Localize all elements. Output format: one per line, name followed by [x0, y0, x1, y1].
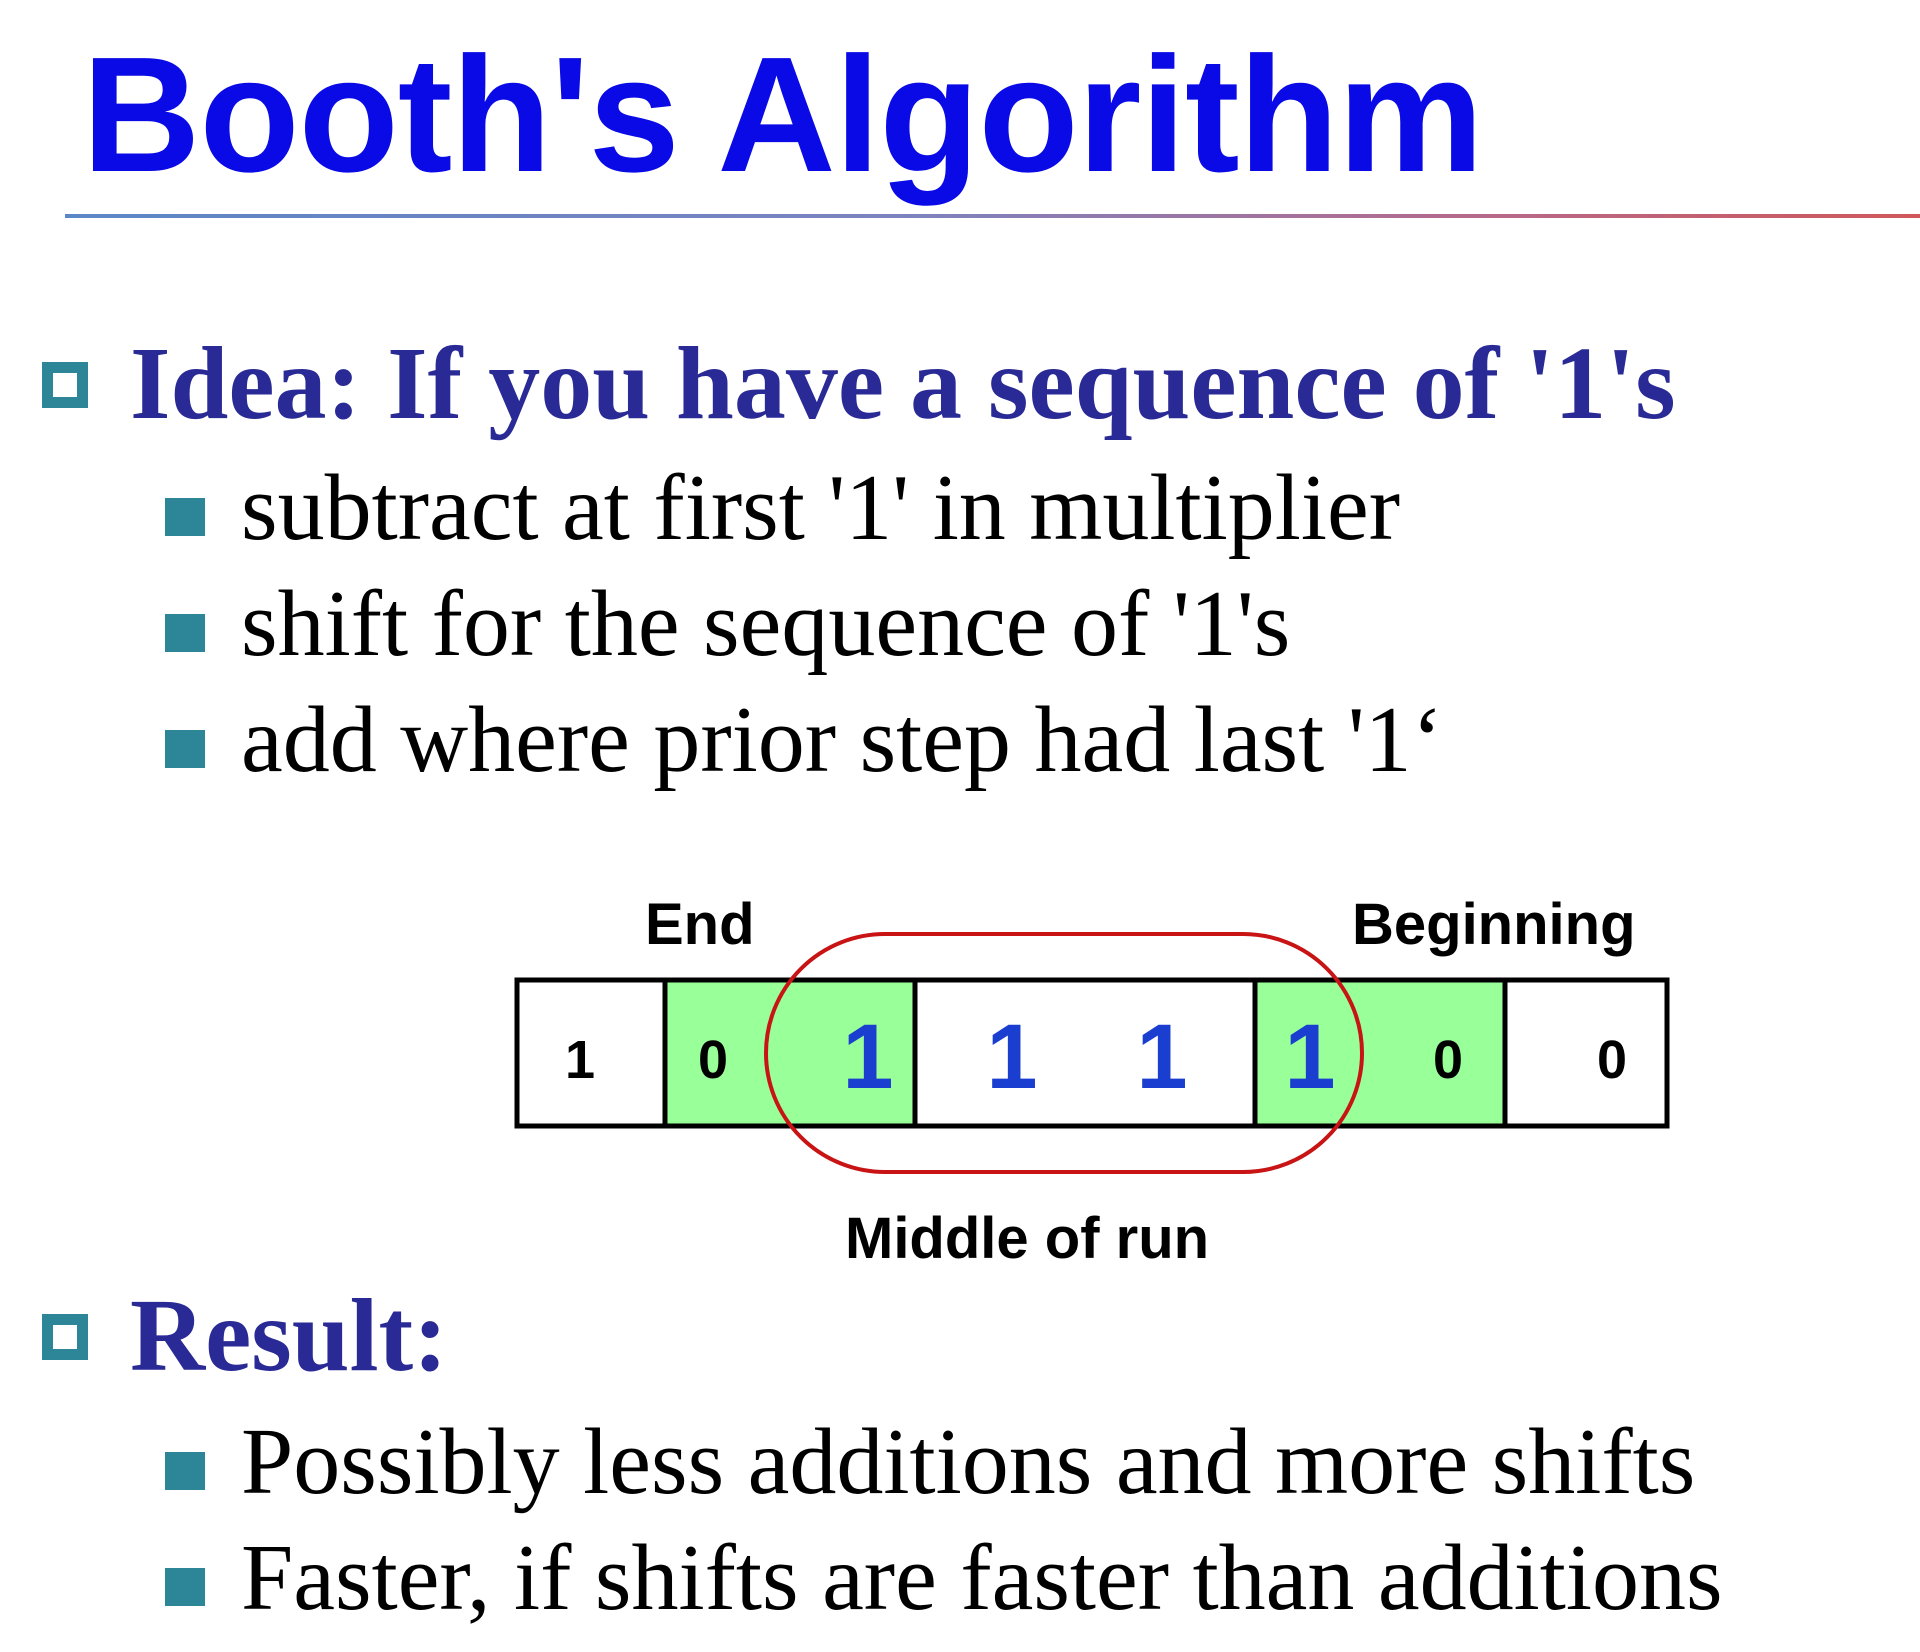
run-highlight-ellipse — [764, 932, 1364, 1174]
bit-digit-run: 1 — [1284, 1006, 1335, 1108]
idea-point-text: subtract at first '1' in multiplier — [241, 456, 1401, 560]
bit-digit-run: 1 — [1136, 1006, 1187, 1108]
bit-digit: 0 — [698, 1030, 728, 1090]
label-beginning: Beginning — [1352, 892, 1636, 957]
bit-digit-run: 1 — [986, 1006, 1037, 1108]
label-middle-of-run: Middle of run — [845, 1206, 1209, 1271]
bit-digit: 0 — [1433, 1030, 1463, 1090]
bit-cell — [517, 980, 665, 1126]
idea-heading-text: Idea: If you have a sequence of '1's — [130, 326, 1676, 441]
title-divider — [65, 214, 1920, 218]
bit-cell-highlight — [665, 980, 915, 1126]
bit-register-outline — [514, 977, 1670, 1129]
square-bullet-icon — [165, 1452, 205, 1490]
bit-digit: 0 — [1597, 1030, 1627, 1090]
result-point-text: Possibly less additions and more shifts — [241, 1410, 1696, 1514]
label-end: End — [645, 892, 755, 957]
slide-title: Booth's Algorithm — [82, 23, 1484, 206]
hollow-square-bullet-icon — [42, 362, 88, 408]
hollow-square-bullet-icon — [42, 1314, 88, 1360]
square-bullet-icon — [165, 1568, 205, 1606]
result-point-text: Faster, if shifts are faster than additi… — [241, 1526, 1723, 1630]
bit-digit: 1 — [565, 1030, 595, 1090]
result-heading-text: Result: — [130, 1278, 448, 1393]
bit-cell-highlight — [1255, 980, 1505, 1126]
bit-cell — [1505, 980, 1667, 1126]
bit-cell — [915, 980, 1255, 1126]
square-bullet-icon — [165, 730, 205, 768]
square-bullet-icon — [165, 614, 205, 652]
bit-digit-run: 1 — [842, 1006, 893, 1108]
square-bullet-icon — [165, 498, 205, 536]
idea-point-text: add where prior step had last '1‘ — [241, 688, 1443, 792]
idea-point-text: shift for the sequence of '1's — [241, 572, 1291, 676]
